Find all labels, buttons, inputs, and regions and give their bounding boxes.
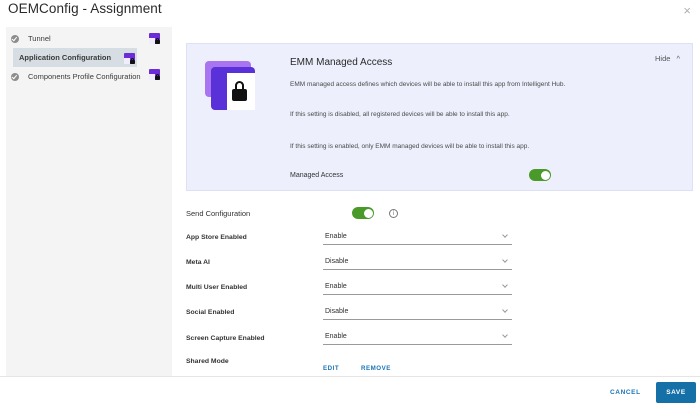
emm-enabled-note: If this setting is enabled, only EMM man… xyxy=(290,143,530,150)
managed-access-toggle[interactable] xyxy=(529,169,551,181)
check-circle-icon xyxy=(11,72,19,81)
emm-description: EMM managed access defines which devices… xyxy=(290,81,566,88)
select-value: Disable xyxy=(325,308,349,315)
app-store-enabled-select[interactable]: Enable xyxy=(323,232,512,245)
lock-badge-icon xyxy=(149,69,160,80)
field-label-screen-capture-enabled: Screen Capture Enabled xyxy=(186,335,265,342)
emm-managed-access-panel: EMM Managed Access Hide ^ EMM managed ac… xyxy=(186,43,693,191)
sidebar-item-label: Components Profile Configuration xyxy=(28,72,141,81)
select-value: Enable xyxy=(325,333,347,340)
sidebar-item-tunnel[interactable]: Tunnel xyxy=(6,29,172,48)
chevron-down-icon xyxy=(502,232,508,238)
field-label-shared-mode: Shared Mode xyxy=(186,358,229,365)
send-configuration-label: Send Configuration xyxy=(186,209,251,218)
check-circle-icon xyxy=(11,34,19,43)
sidebar: Tunnel Application Configuration Compone… xyxy=(6,27,172,376)
chevron-down-icon xyxy=(502,257,508,263)
field-label-multi-user-enabled: Multi User Enabled xyxy=(186,284,248,291)
screen-capture-enabled-select[interactable]: Enable xyxy=(323,332,512,345)
save-button[interactable]: SAVE xyxy=(656,382,696,403)
sidebar-item-application-configuration[interactable]: Application Configuration xyxy=(13,48,137,67)
remove-link[interactable]: REMOVE xyxy=(361,365,391,372)
meta-ai-select[interactable]: Disable xyxy=(323,257,512,270)
lock-icon xyxy=(205,61,255,110)
info-icon[interactable]: i xyxy=(389,209,398,218)
emm-disabled-note: If this setting is disabled, all registe… xyxy=(290,111,510,118)
chevron-down-icon xyxy=(502,332,508,338)
hide-toggle-button[interactable]: Hide ^ xyxy=(655,54,680,63)
sidebar-item-label: Application Configuration xyxy=(19,53,112,62)
cancel-button[interactable]: CANCEL xyxy=(610,389,641,396)
select-value: Disable xyxy=(325,258,349,265)
select-value: Enable xyxy=(325,283,347,290)
field-label-app-store-enabled: App Store Enabled xyxy=(186,234,247,241)
footer-divider xyxy=(0,376,700,377)
lock-badge-icon xyxy=(124,53,135,64)
field-label-social-enabled: Social Enabled xyxy=(186,309,235,316)
chevron-down-icon xyxy=(502,282,508,288)
field-label-meta-ai: Meta AI xyxy=(186,259,210,266)
sidebar-item-label: Tunnel xyxy=(28,34,51,43)
sidebar-item-components-profile-configuration[interactable]: Components Profile Configuration xyxy=(6,67,172,86)
chevron-down-icon xyxy=(502,307,508,313)
social-enabled-select[interactable]: Disable xyxy=(323,307,512,320)
edit-link[interactable]: EDIT xyxy=(323,365,339,372)
chevron-up-icon: ^ xyxy=(676,54,681,63)
lock-badge-icon xyxy=(149,33,160,44)
emm-title: EMM Managed Access xyxy=(290,57,393,68)
managed-access-label: Managed Access xyxy=(290,172,344,179)
dialog-title: OEMConfig - Assignment xyxy=(8,1,162,16)
hide-label: Hide xyxy=(655,54,671,63)
select-value: Enable xyxy=(325,233,347,240)
close-icon[interactable]: × xyxy=(683,4,691,17)
send-configuration-toggle[interactable] xyxy=(352,207,374,219)
multi-user-enabled-select[interactable]: Enable xyxy=(323,282,512,295)
